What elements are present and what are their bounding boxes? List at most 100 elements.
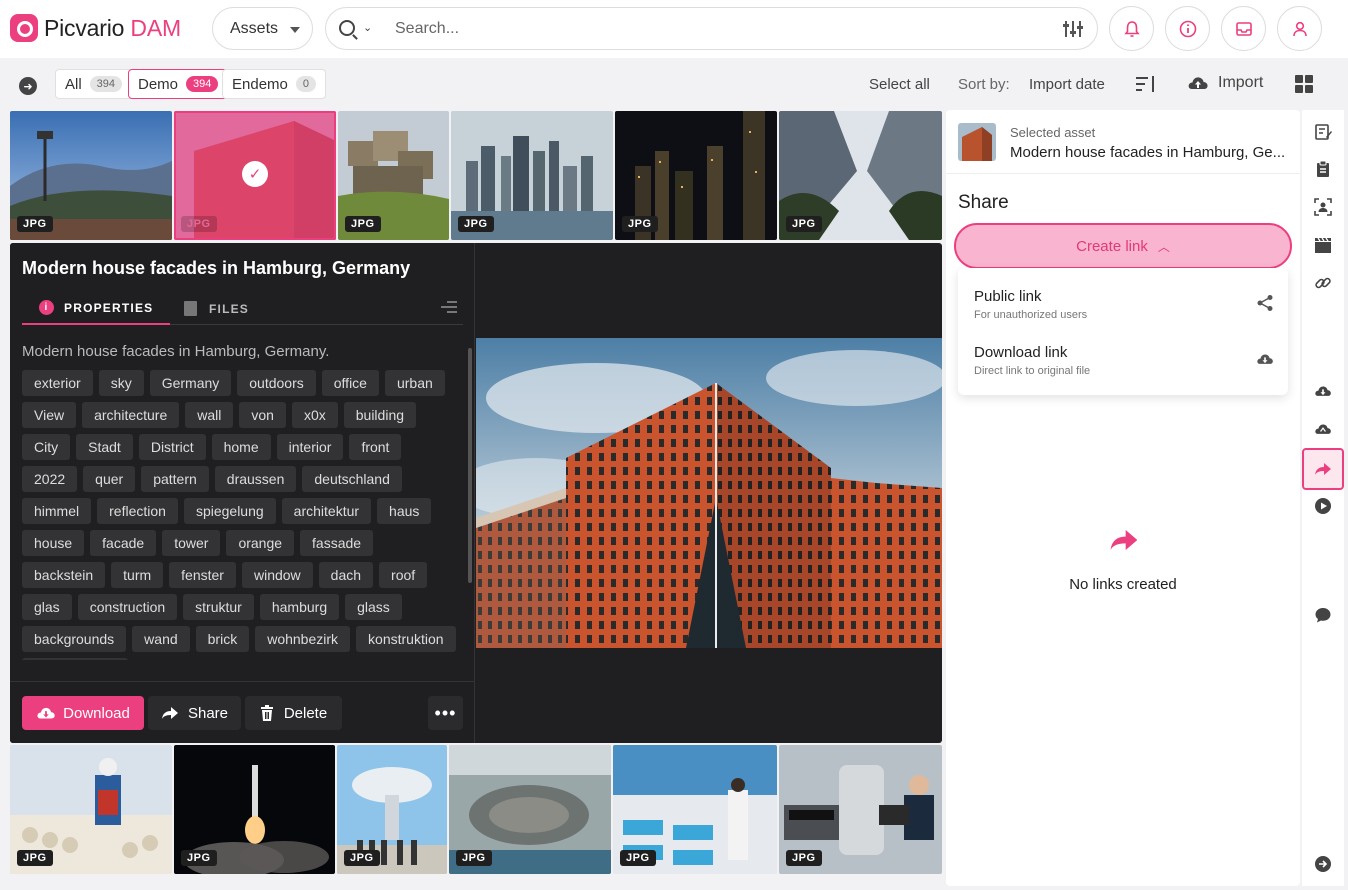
tag-chip[interactable]: dach <box>318 562 374 588</box>
search-icon[interactable] <box>339 20 355 36</box>
tag-chip[interactable]: x0x <box>291 402 338 428</box>
tag-chip[interactable]: construction <box>77 594 178 620</box>
sort-select[interactable]: Import date <box>1029 76 1105 93</box>
edit-notes-icon[interactable] <box>1314 123 1332 141</box>
scope-select[interactable]: Assets <box>212 7 313 50</box>
comment-icon[interactable] <box>1314 606 1332 624</box>
chevron-down-icon[interactable]: ⌄ <box>363 21 372 34</box>
arrow-right-circle-icon[interactable]: ➜ <box>19 77 37 95</box>
share-button[interactable]: Share <box>148 696 241 730</box>
tag-chip[interactable]: View <box>22 402 77 428</box>
asset-thumbnail[interactable]: JPG <box>10 745 172 874</box>
asset-thumbnail[interactable]: JPG <box>338 111 449 240</box>
tag-chip[interactable]: backgrounds <box>22 626 127 652</box>
tag-chip[interactable]: spiegelung <box>183 498 276 524</box>
filter-sliders-icon[interactable] <box>1063 19 1083 39</box>
play-circle-icon[interactable] <box>1314 497 1332 515</box>
tag-chip[interactable]: brick <box>195 626 250 652</box>
asset-thumbnail[interactable]: JPG <box>337 745 447 874</box>
tag-chip[interactable]: glass <box>345 594 402 620</box>
tag-chip[interactable]: sky <box>98 370 144 396</box>
tag-chip[interactable]: architektur <box>281 498 372 524</box>
create-link-button[interactable]: Create link ︿ <box>954 223 1292 269</box>
tag-chip[interactable]: struktur <box>183 594 254 620</box>
tag-chip[interactable]: draussen <box>214 466 297 492</box>
download-button[interactable]: Download <box>22 696 144 730</box>
tag-chip[interactable]: exterior <box>22 370 93 396</box>
sort-order-icon[interactable] <box>1136 75 1156 93</box>
tag-chip[interactable]: window <box>241 562 313 588</box>
tag-chip[interactable]: 2022 <box>22 466 78 492</box>
checkmark-icon[interactable]: ✓ <box>242 161 268 187</box>
delete-button[interactable]: Delete <box>245 696 342 730</box>
asset-thumbnail[interactable]: JPG <box>10 111 172 240</box>
tag-chip[interactable]: roof <box>379 562 428 588</box>
asset-thumbnail[interactable]: JPG <box>779 111 942 240</box>
select-all-button[interactable]: Select all <box>869 76 930 93</box>
asset-thumbnail[interactable]: JPG <box>613 745 777 874</box>
asset-thumbnail[interactable]: JPG <box>779 745 942 874</box>
public-link-option[interactable]: Public link For unauthorized users <box>974 288 1274 321</box>
tag-chip[interactable]: office <box>321 370 379 396</box>
tag-chip[interactable]: backstein <box>22 562 106 588</box>
tag-chip[interactable]: fenster <box>169 562 236 588</box>
tag-chip[interactable]: turm <box>111 562 164 588</box>
tag-chip[interactable]: outdoors <box>237 370 316 396</box>
tag-chip[interactable]: wohnbezirk <box>255 626 351 652</box>
tag-chip[interactable]: City <box>22 434 71 460</box>
arrow-right-circle-icon[interactable] <box>1314 855 1332 873</box>
collection-chip-endemo[interactable]: Endemo 0 <box>222 69 326 99</box>
cloud-sync-icon[interactable] <box>1314 420 1332 438</box>
tag-chip[interactable]: District <box>138 434 206 460</box>
search-input[interactable] <box>395 18 1035 40</box>
tag-chip[interactable]: deutschland <box>302 466 402 492</box>
tag-chip[interactable]: glas <box>22 594 72 620</box>
tag-chip[interactable]: fassade <box>300 530 374 556</box>
collection-chip-demo[interactable]: Demo 394 <box>128 69 229 99</box>
link-icon[interactable] <box>1314 274 1332 292</box>
profile-button[interactable] <box>1277 6 1322 51</box>
asset-preview[interactable] <box>476 338 942 648</box>
asset-thumbnail[interactable]: JPG <box>174 745 335 874</box>
tag-chip[interactable]: himmel <box>22 498 92 524</box>
cloud-download-icon[interactable] <box>1314 382 1332 400</box>
tag-chip[interactable]: wall <box>185 402 234 428</box>
tag-chip[interactable]: konstruktion <box>356 626 456 652</box>
tag-chip[interactable]: von <box>239 402 286 428</box>
tag-chip[interactable]: interior <box>276 434 344 460</box>
clipboard-icon[interactable] <box>1314 160 1332 178</box>
asset-thumbnail[interactable]: JPG <box>451 111 613 240</box>
grid-view-icon[interactable] <box>1295 75 1313 93</box>
tag-chip[interactable]: building <box>343 402 417 428</box>
app-logo[interactable]: Picvario DAM <box>10 14 181 42</box>
tab-files[interactable]: FILES <box>184 292 249 325</box>
share-arrow-icon[interactable] <box>1314 460 1332 478</box>
notifications-button[interactable] <box>1109 6 1154 51</box>
download-link-option[interactable]: Download link Direct link to original fi… <box>974 344 1274 377</box>
tag-chip[interactable]: facade <box>90 530 157 556</box>
tag-chip[interactable]: architecture <box>82 402 180 428</box>
tag-chip[interactable]: haus <box>377 498 432 524</box>
scrollbar[interactable] <box>468 348 472 583</box>
tag-chip[interactable]: pattern <box>141 466 209 492</box>
asset-thumbnail[interactable]: JPG <box>615 111 777 240</box>
face-recognition-icon[interactable] <box>1314 198 1332 216</box>
inbox-button[interactable] <box>1221 6 1266 51</box>
tag-chip[interactable]: tower <box>162 530 221 556</box>
tag-chip[interactable]: вьrogeвдude <box>22 658 128 660</box>
tag-chip[interactable]: front <box>349 434 402 460</box>
asset-thumbnail[interactable]: JPG <box>449 745 611 874</box>
tag-chip[interactable]: hamburg <box>259 594 340 620</box>
tag-chip[interactable]: wand <box>132 626 190 652</box>
tag-chip[interactable]: Germany <box>149 370 232 396</box>
tag-chip[interactable]: quer <box>83 466 136 492</box>
more-options-button[interactable]: ••• <box>428 696 463 730</box>
tag-chip[interactable]: orange <box>226 530 295 556</box>
tab-properties[interactable]: i PROPERTIES <box>22 292 171 325</box>
tag-chip[interactable]: Stadt <box>76 434 133 460</box>
tag-chip[interactable]: urban <box>384 370 445 396</box>
tag-chip[interactable]: house <box>22 530 85 556</box>
info-button[interactable] <box>1165 6 1210 51</box>
collection-chip-all[interactable]: All 394 <box>55 69 133 99</box>
clapperboard-icon[interactable] <box>1314 236 1332 254</box>
